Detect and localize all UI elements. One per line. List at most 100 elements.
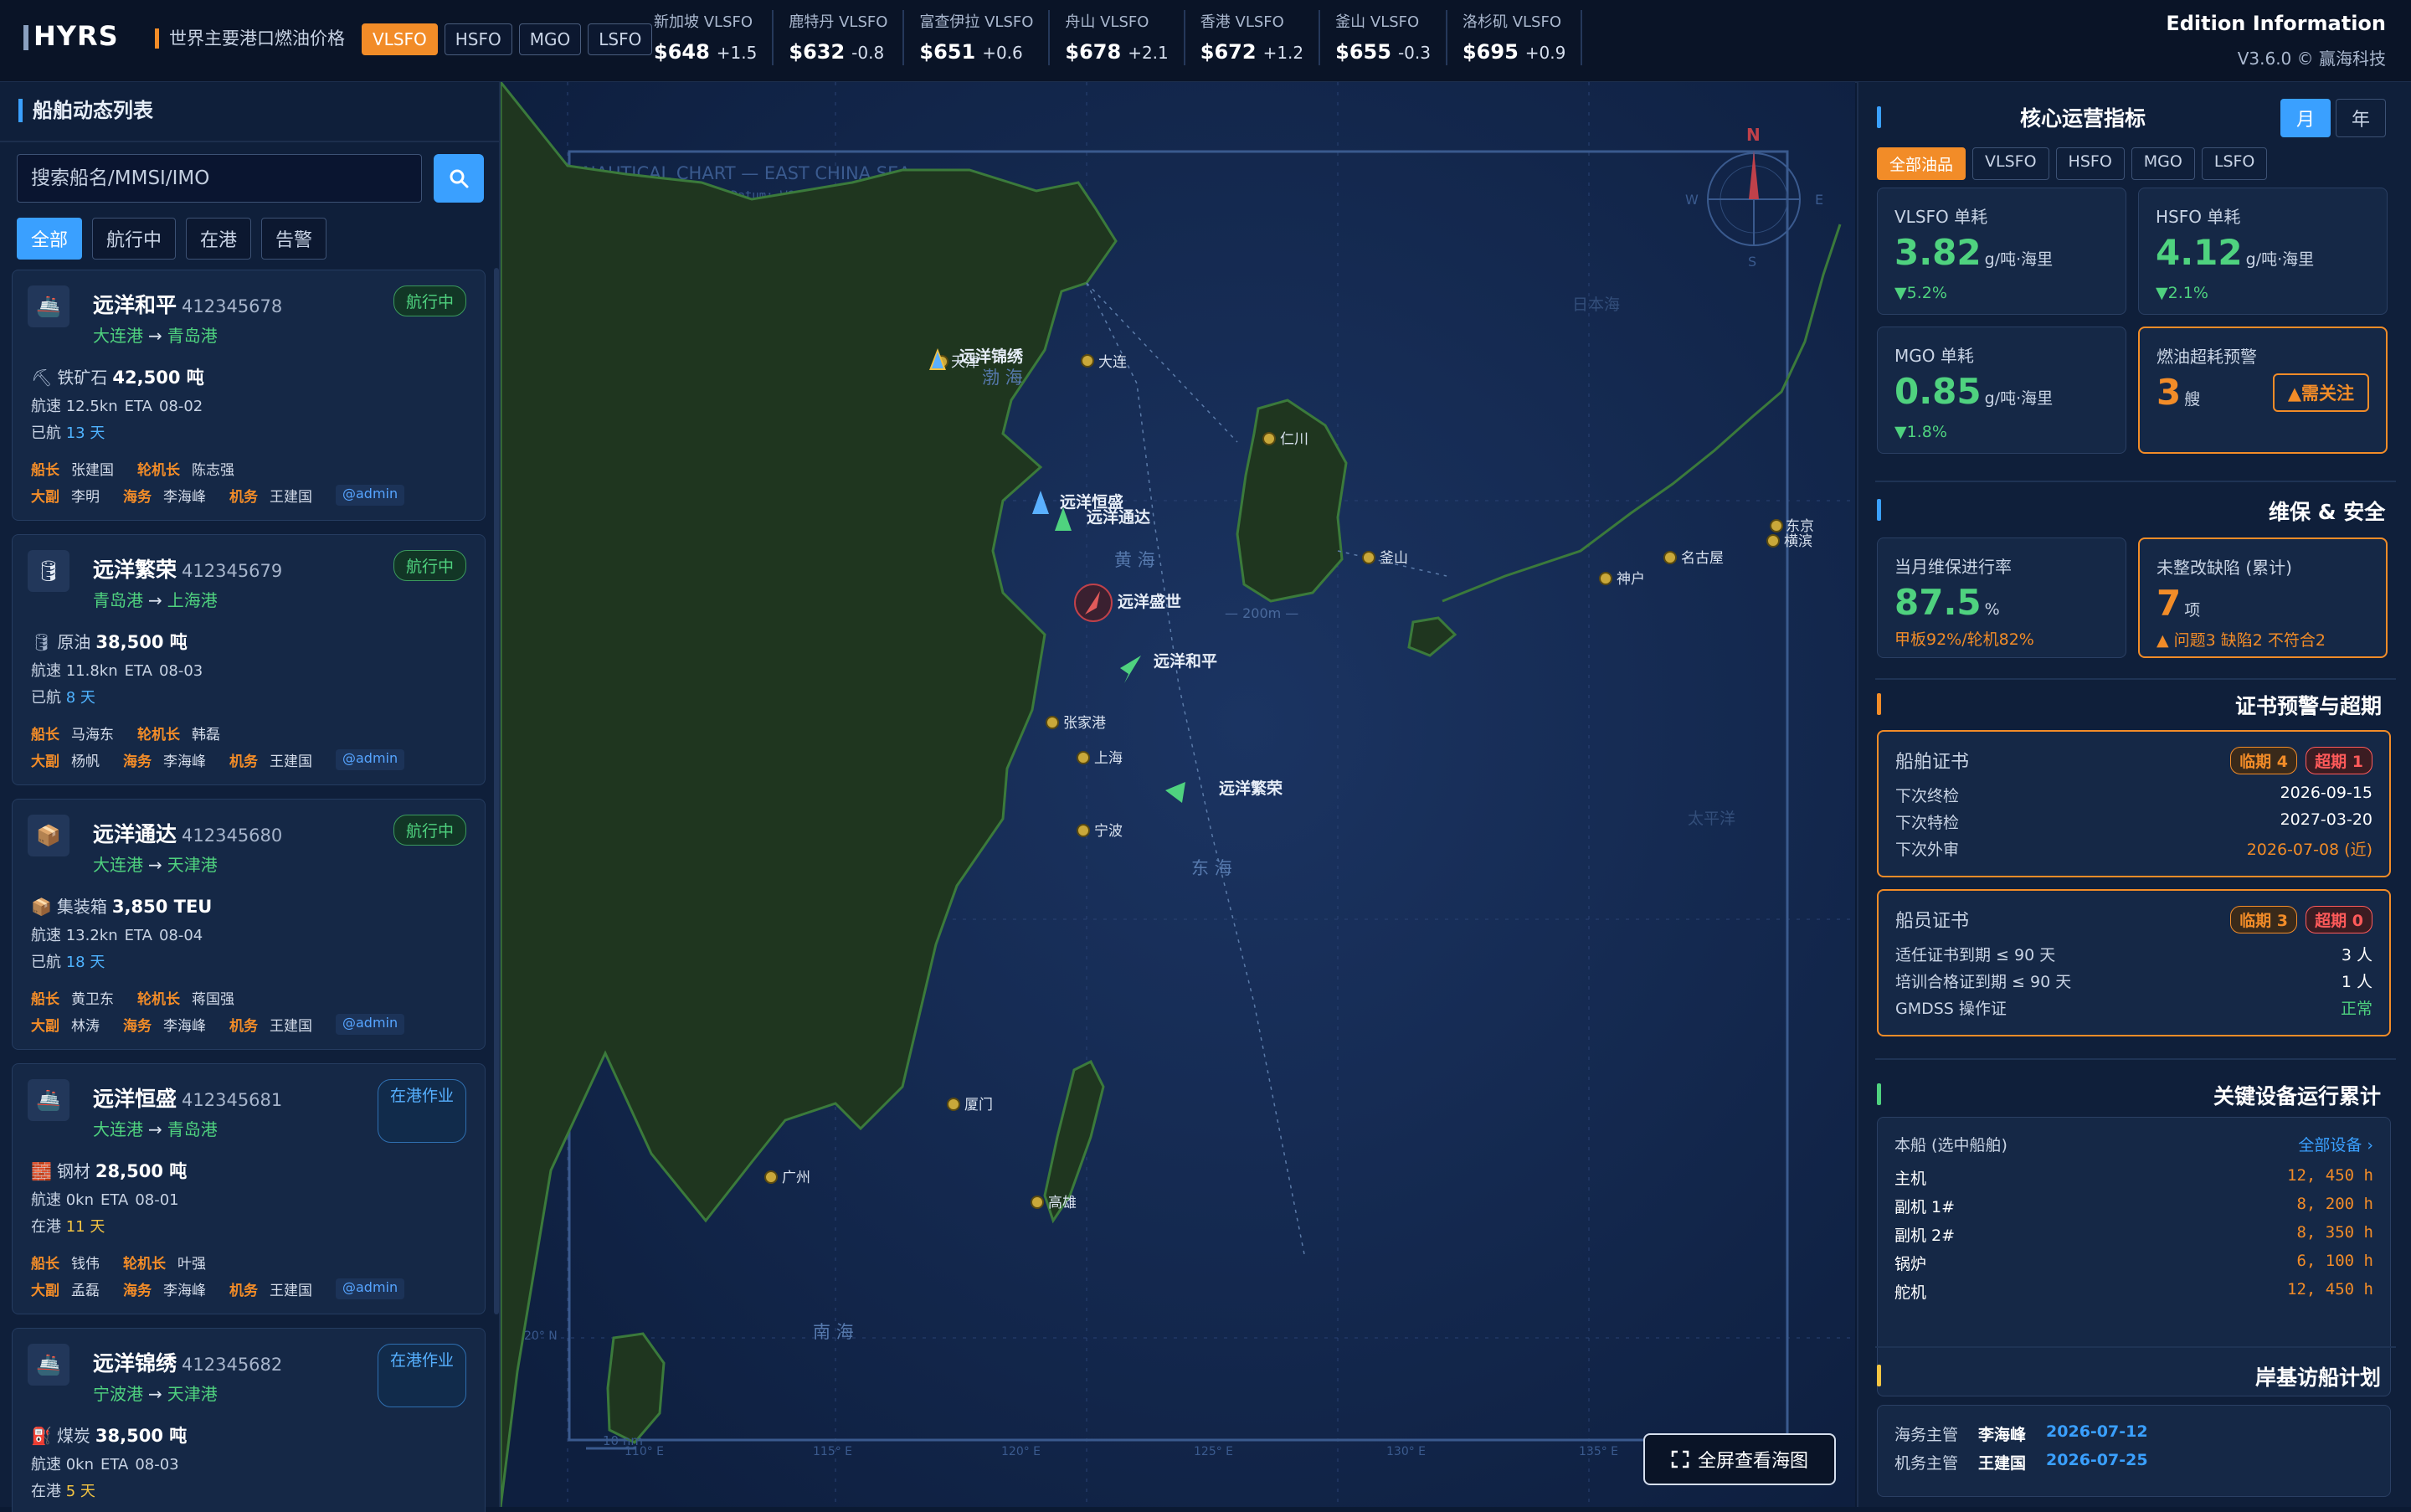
section-accent xyxy=(1877,1365,1881,1386)
voyage-days: 已航 8 天 xyxy=(31,689,95,707)
port-price-item: 舟山 VLSFO $678 +2.1 xyxy=(1050,10,1185,65)
nautical-chart[interactable]: NAUTICAL CHART — EAST CHINA SEA Projecti… xyxy=(501,82,1855,1507)
ship-certificate-card[interactable]: 船舶证书 临期 4 超期 1 下次终检 2026-09-15 下次特检 2027-0… xyxy=(1877,730,2391,877)
status-badge: 航行中 xyxy=(393,815,466,846)
equipment-section-title: 关键设备运行累计 xyxy=(2213,1084,2382,1108)
filter-sailing[interactable]: 航行中 xyxy=(92,218,177,260)
ship-card[interactable]: 🚢 远洋锦绣 412345682 宁波港 → 天津港 在港作业 ⛽ 煤炭 38,500 吨… xyxy=(12,1328,486,1512)
all-equipment-link[interactable]: 全部设备 › xyxy=(2298,1133,2373,1155)
svg-text:W: W xyxy=(1685,192,1699,208)
tab-hsfo[interactable]: HSFO xyxy=(444,23,512,55)
oil-tab-hsfo[interactable]: HSFO xyxy=(2055,147,2125,180)
svg-text:黄 海: 黄 海 xyxy=(1114,550,1155,570)
ship-card[interactable]: 🛢 远洋繁荣 412345679 青岛港 → 上海港 航行中 🛢 原油 38,500 吨 … xyxy=(12,534,486,785)
ship-icon: 🚢 xyxy=(28,1079,69,1121)
svg-text:远洋盛世: 远洋盛世 xyxy=(1118,592,1181,611)
tab-vlsfo[interactable]: VLSFO xyxy=(362,23,438,55)
svg-text:名古屋: 名古屋 xyxy=(1681,550,1724,567)
svg-text:120° E: 120° E xyxy=(1001,1445,1041,1458)
ship-route: 大连港 → 青岛港 xyxy=(93,1119,218,1139)
expand-icon xyxy=(1671,1450,1689,1468)
ship-mmsi: 412345682 xyxy=(182,1355,283,1375)
svg-text:太平洋: 太平洋 xyxy=(1688,810,1735,828)
ship-route: 宁波港 → 天津港 xyxy=(93,1384,218,1404)
visit-row[interactable]: 海务主管 李海峰 2026-07-12 xyxy=(1894,1422,2373,1445)
attention-button[interactable]: ▲需关注 xyxy=(2272,373,2369,412)
equipment-row: 锅炉 6, 100 h xyxy=(1894,1252,2373,1273)
filter-in-port[interactable]: 在港 xyxy=(186,218,252,260)
cert-row: 下次外审 2026-07-08 (近) xyxy=(1895,841,2372,859)
filter-all[interactable]: 全部 xyxy=(17,218,83,260)
oil-tab-vlsfo[interactable]: VLSFO xyxy=(1972,147,2049,180)
svg-text:E: E xyxy=(1815,192,1823,208)
cert-row: 下次特检 2027-03-20 xyxy=(1895,810,2372,832)
ship-card[interactable]: 📦 远洋通达 412345680 大连港 → 天津港 航行中 📦 集装箱 3,850 TE… xyxy=(12,799,486,1050)
oil-tab-all[interactable]: 全部油品 xyxy=(1877,147,1966,180)
visit-plan-card: 海务主管 李海峰 2026-07-12 机务主管 王建国 2026-07-25 xyxy=(1877,1405,2391,1497)
crew-row: 船长 张建国 轮机长 陈志强 xyxy=(31,462,234,479)
panel-header: 船舶动态列表 xyxy=(0,82,499,142)
svg-text:高雄: 高雄 xyxy=(1048,1195,1077,1211)
svg-text:10 nm: 10 nm xyxy=(603,1433,643,1448)
cargo-info: 🧱 钢材 28,500 吨 xyxy=(31,1161,188,1181)
crew-row: 船长 钱伟 轮机长 叶强 xyxy=(31,1256,206,1273)
svg-text:S: S xyxy=(1748,254,1756,270)
crew-row: 船长 马海东 轮机长 韩磊 xyxy=(31,727,220,743)
list-scrollbar[interactable] xyxy=(494,268,499,1314)
cert-row: GMDSS 操作证 正常 xyxy=(1895,1000,2372,1018)
edition-info[interactable]: Edition Information V3.6.0 © 赢海科技 xyxy=(2166,12,2386,69)
equipment-card: 本船 (选中船舶) 全部设备 › 主机 12, 450 h 副机 1# 8, 200… xyxy=(1877,1117,2391,1396)
oil-tab-mgo[interactable]: MGO xyxy=(2131,147,2195,180)
section-accent xyxy=(1877,499,1881,521)
svg-text:远洋通达: 远洋通达 xyxy=(1087,507,1150,527)
crew-row: 船长 黄卫东 轮机长 蒋国强 xyxy=(31,991,234,1008)
svg-text:东 海: 东 海 xyxy=(1191,858,1232,878)
kpi-card-mgo[interactable]: MGO 单耗 0.85 g/吨·海里 ▼1.8% xyxy=(1877,327,2126,454)
admin-tag: @admin xyxy=(336,485,405,506)
kpi-card-hsfo[interactable]: HSFO 单耗 4.12 g/吨·海里 ▼2.1% xyxy=(2138,188,2388,315)
oil-tab-lsfo[interactable]: LSFO xyxy=(2201,147,2268,180)
speed-eta: 航速 11.8kn ETA 08-03 xyxy=(31,662,203,680)
svg-text:横滨: 横滨 xyxy=(1784,533,1812,550)
search-button[interactable] xyxy=(434,154,484,203)
cargo-icon: 📦 xyxy=(31,897,52,917)
crew-row: 大副 林涛 海务 李海峰 机务 王建国 @admin xyxy=(31,1014,405,1035)
chart-canvas[interactable]: NAUTICAL CHART — EAST CHINA SEA Projecti… xyxy=(501,82,1855,1507)
ship-search-input[interactable]: 搜索船名/MMSI/IMO xyxy=(17,154,422,203)
period-year[interactable]: 年 xyxy=(2336,99,2387,137)
ship-card[interactable]: 🚢 远洋恒盛 412345681 大连港 → 青岛港 在港作业 🧱 钢材 28,500 吨… xyxy=(12,1063,486,1314)
divider xyxy=(1875,1058,2396,1060)
filter-alarm[interactable]: 告警 xyxy=(261,218,327,260)
maintenance-section-title: 维保 & 安全 xyxy=(2269,500,2386,524)
ship-name: 远洋繁荣 xyxy=(93,558,177,582)
ship-card[interactable]: 🚢 远洋和平 412345678 大连港 → 青岛港 航行中 ⛏ 铁矿石 42,500 吨… xyxy=(12,270,486,521)
svg-text:远洋繁荣: 远洋繁荣 xyxy=(1219,779,1283,798)
fuel-price-title: 世界主要港口燃油价格 xyxy=(155,28,345,49)
crew-certificate-card[interactable]: 船员证书 临期 3 超期 0 适任证书到期 ≤ 90 天3 人 培训合格证到期 … xyxy=(1877,889,2391,1036)
svg-text:上海: 上海 xyxy=(1094,750,1123,767)
speed-eta: 航速 0kn ETA 08-01 xyxy=(31,1191,179,1209)
maintenance-rate-card[interactable]: 当月维保进行率 87.5% 甲板92%/轮机82% xyxy=(1877,537,2126,658)
equipment-row: 舵机 12, 450 h xyxy=(1894,1280,2373,1302)
voyage-days: 已航 13 天 xyxy=(31,424,105,442)
equipment-row: 主机 12, 450 h xyxy=(1894,1166,2373,1188)
voyage-days: 在港 11 天 xyxy=(31,1218,105,1236)
period-month[interactable]: 月 xyxy=(2280,99,2331,137)
svg-text:日本海: 日本海 xyxy=(1572,296,1620,314)
defects-card[interactable]: 未整改缺陷 (累计) 7项 ▲ 问题3 缺陷2 不符合2 xyxy=(2138,537,2388,658)
svg-text:渤 海: 渤 海 xyxy=(982,368,1023,388)
section-accent xyxy=(1877,1083,1881,1105)
fuel-overuse-card[interactable]: 燃油超耗预警 3艘 ▲需关注 xyxy=(2138,327,2388,454)
cargo-info: 📦 集装箱 3,850 TEU xyxy=(31,897,213,917)
svg-text:远洋锦绣: 远洋锦绣 xyxy=(959,347,1024,366)
fullscreen-chart-button[interactable]: 全屏查看海图 xyxy=(1643,1433,1836,1485)
visit-row[interactable]: 机务主管 王建国 2026-07-25 xyxy=(1894,1451,2373,1473)
cargo-info: 🛢 原油 38,500 吨 xyxy=(31,632,188,652)
ship-name: 远洋锦绣 xyxy=(93,1351,177,1376)
tab-mgo[interactable]: MGO xyxy=(518,23,582,55)
kpi-card-vlsfo[interactable]: VLSFO 单耗 3.82 g/吨·海里 ▼5.2% xyxy=(1877,188,2126,315)
speed-eta: 航速 12.5kn ETA 08-02 xyxy=(31,398,203,415)
ship-mmsi: 412345680 xyxy=(182,825,283,846)
near-expiry-badge: 临期 4 xyxy=(2230,747,2297,774)
overdue-badge: 超期 0 xyxy=(2306,906,2372,933)
